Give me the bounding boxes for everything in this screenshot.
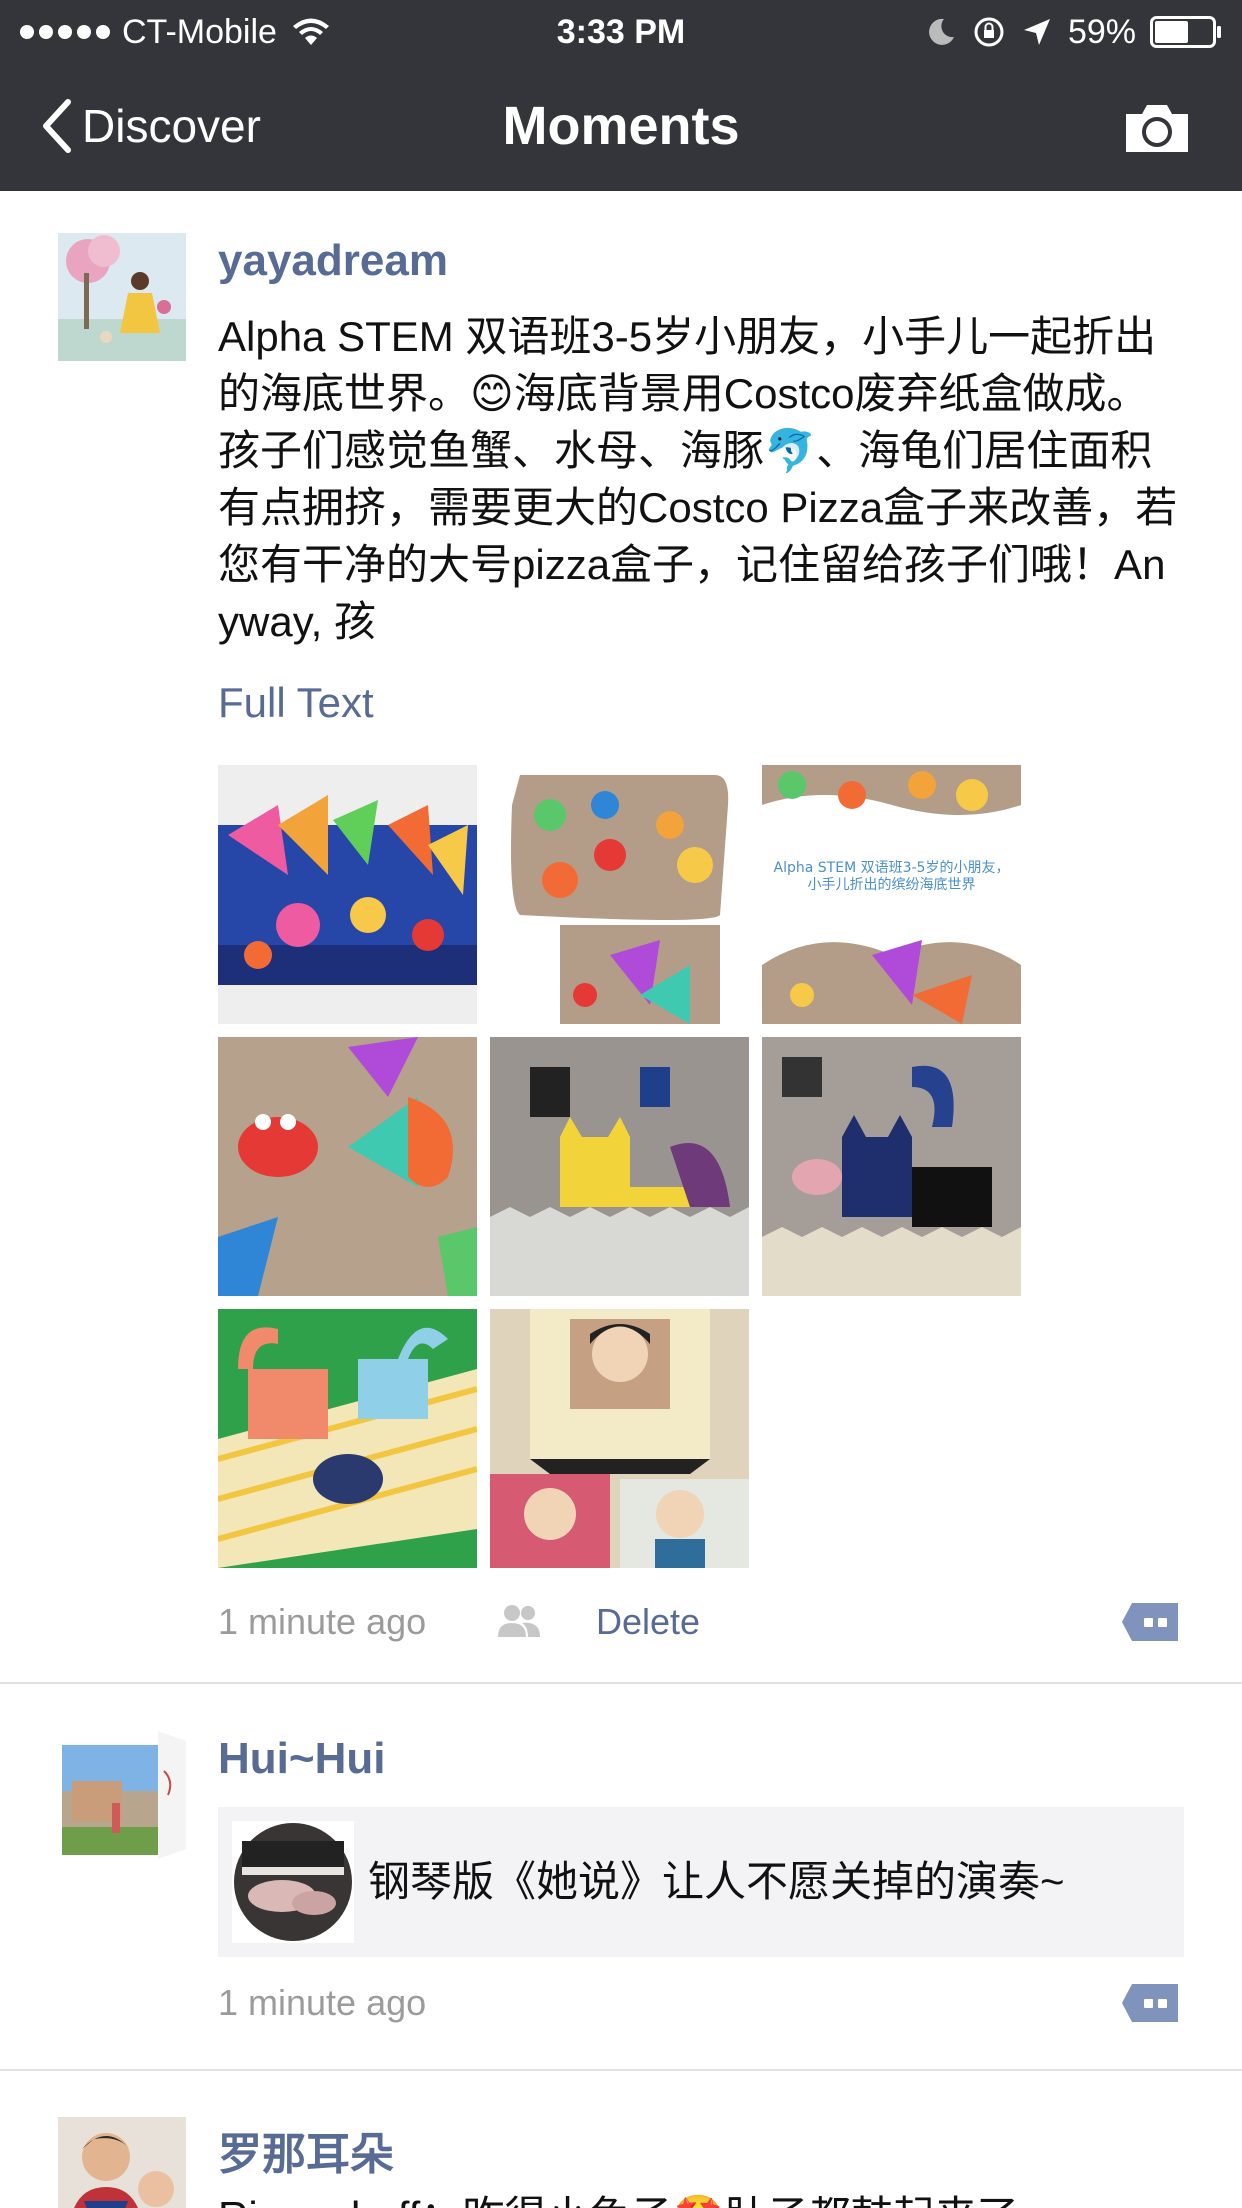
- photo-caption: Alpha STEM 双语班3-5岁的小朋友，小手儿折出的缤纷海底世界: [773, 860, 1010, 893]
- post-photo[interactable]: [490, 765, 749, 1024]
- full-text-link[interactable]: Full Text: [218, 679, 374, 727]
- post-photo[interactable]: [218, 765, 477, 1024]
- battery-icon: [1150, 16, 1221, 48]
- navigation-bar: Discover Moments: [0, 62, 1242, 191]
- username[interactable]: 罗那耳朵: [218, 2118, 394, 2182]
- username[interactable]: Hui~Hui: [218, 1734, 385, 1784]
- photo-grid: Alpha STEM 双语班3-5岁的小朋友，小手儿折出的缤纷海底世界: [218, 765, 1021, 1568]
- moment-post: yayadream Alpha STEM 双语班3-5岁小朋友，小手儿一起折出的…: [0, 191, 1242, 1684]
- shared-link-title: 钢琴版《她说》让人不愿关掉的演奏~: [368, 1858, 1065, 1905]
- post-timestamp: 1 minute ago: [218, 1601, 427, 1642]
- avatar[interactable]: [58, 1731, 186, 1859]
- moment-post: Hui~Hui 钢琴版《她说》让人不愿关掉的演奏~ 1 minute ago: [0, 1683, 1242, 2071]
- post-meta: 1 minute ago Delete: [218, 1597, 1218, 1647]
- post-photo[interactable]: [218, 1309, 477, 1568]
- status-right: 59%: [924, 10, 1222, 54]
- post-photo[interactable]: [490, 1309, 749, 1568]
- status-bar: CT-Mobile 3:33 PM 59%: [0, 0, 1242, 62]
- battery-percentage: 59%: [1067, 12, 1136, 51]
- shared-link-card[interactable]: 钢琴版《她说》让人不愿关掉的演奏~: [218, 1807, 1184, 1957]
- location-arrow-icon: [1023, 19, 1050, 45]
- post-photo[interactable]: [490, 1037, 749, 1296]
- delete-button[interactable]: Delete: [596, 1597, 700, 1647]
- shared-link-thumbnail: [232, 1821, 354, 1943]
- post-photo[interactable]: [218, 1037, 477, 1296]
- post-photo[interactable]: [762, 1037, 1021, 1296]
- post-text: Alpha STEM 双语班3-5岁小朋友，小手儿一起折出的海底世界。😊海底背景…: [218, 313, 1178, 645]
- moment-post: 罗那耳朵 Rigor cboff：昨得小兔子🤩肚子都鼓起来了: [0, 2071, 1242, 2208]
- comment-options-icon[interactable]: [1120, 1601, 1180, 1643]
- post-photo[interactable]: Alpha STEM 双语班3-5岁的小朋友，小手儿折出的缤纷海底世界: [762, 765, 1021, 1024]
- moon-icon: [928, 18, 954, 45]
- post-text: Rigor cboff：昨得小兔子🤩肚子都鼓起来了: [218, 2188, 1178, 2208]
- avatar[interactable]: [58, 2117, 186, 2208]
- rotation-lock-icon: [974, 17, 1004, 47]
- avatar[interactable]: [58, 233, 186, 361]
- post-timestamp: 1 minute ago: [218, 1982, 427, 2023]
- camera-icon[interactable]: [1122, 100, 1192, 156]
- username[interactable]: yayadream: [218, 236, 448, 286]
- post-meta: 1 minute ago: [218, 1978, 818, 2028]
- comment-options-icon[interactable]: [1120, 1982, 1180, 2024]
- page-title: Moments: [502, 96, 740, 156]
- friends-visibility-icon[interactable]: [496, 1603, 542, 1639]
